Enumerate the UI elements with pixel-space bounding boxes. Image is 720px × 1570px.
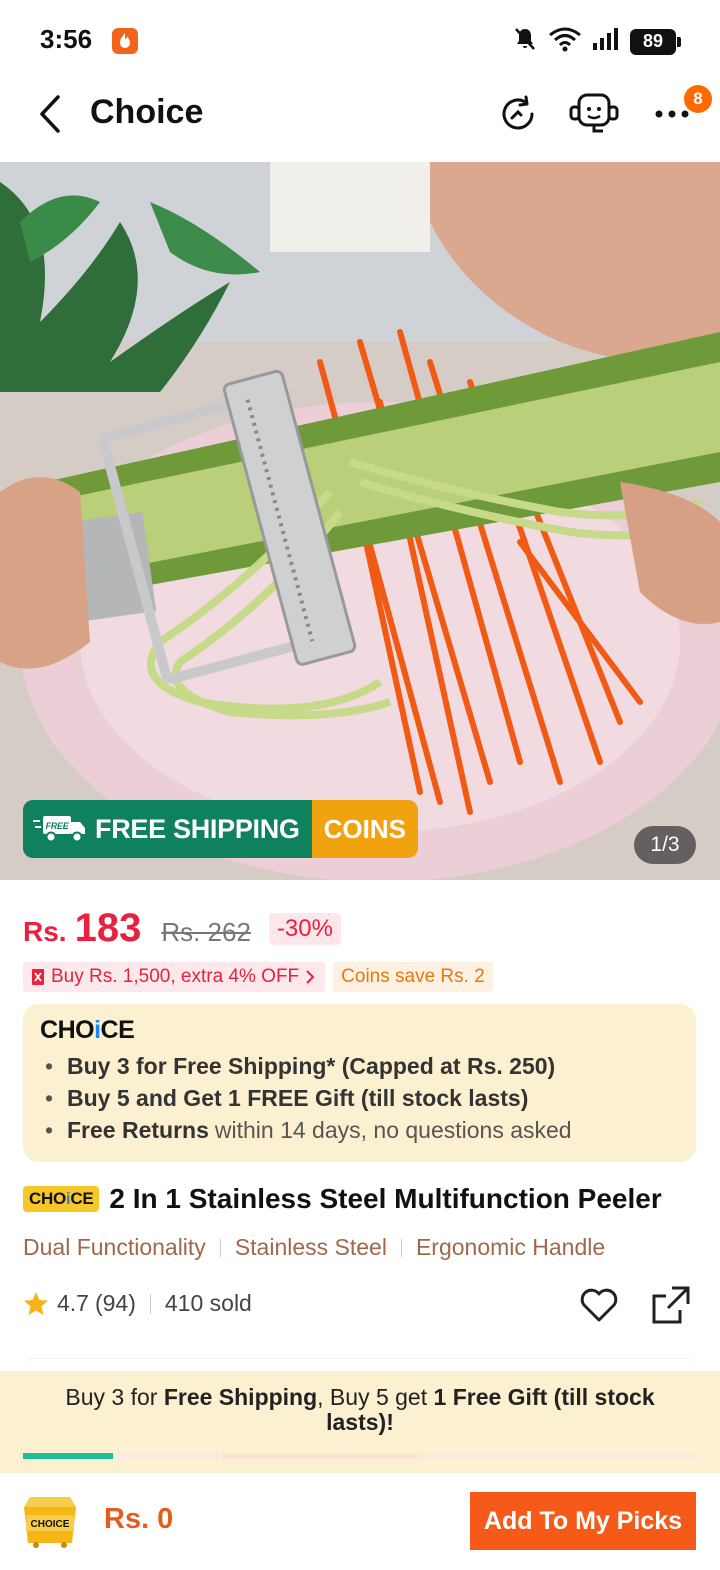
choice-benefits-box: CHOiCE • Buy 3 for Free Shipping* (Capped… bbox=[23, 1004, 696, 1162]
svg-text:FREE: FREE bbox=[46, 821, 70, 831]
coins-save-tag: Coins save Rs. 2 bbox=[333, 962, 493, 992]
feature-tags: Dual Functionality Stainless Steel Ergon… bbox=[23, 1234, 605, 1261]
image-counter: 1/3 bbox=[634, 826, 696, 864]
signal-icon bbox=[592, 26, 620, 57]
notification-count-badge: 8 bbox=[684, 85, 712, 113]
price-currency: Rs. bbox=[23, 916, 67, 947]
status-icons: 89 bbox=[512, 26, 681, 57]
product-title: 2 In 1 Stainless Steel Multifunction Pee… bbox=[109, 1183, 662, 1214]
divider bbox=[23, 1358, 696, 1372]
heart-icon bbox=[580, 1288, 618, 1322]
wishlist-button[interactable] bbox=[578, 1284, 620, 1326]
list-item: • Free Returns within 14 days, no question… bbox=[45, 1117, 572, 1143]
rating-row[interactable]: 4.7 (94) 410 sold bbox=[23, 1290, 252, 1317]
product-title-row: CHOiCE 2 In 1 Stainless Steel Multifunct… bbox=[23, 1183, 662, 1215]
current-price: 183 bbox=[74, 906, 142, 950]
choice-logo: CHOiCE bbox=[40, 1016, 135, 1044]
customer-support-button[interactable] bbox=[566, 86, 622, 142]
bottom-action-bar: CHOICE Rs. 0 Add To My Picks bbox=[0, 1473, 720, 1570]
free-shipping-banner: FREE FREE SHIPPING COINS bbox=[23, 800, 418, 858]
back-icon bbox=[40, 95, 60, 133]
coupon-icon bbox=[32, 969, 44, 985]
original-price: Rs. 262 bbox=[161, 917, 251, 947]
history-button[interactable] bbox=[490, 86, 546, 142]
app-notification-icon bbox=[112, 28, 138, 54]
add-to-my-picks-button[interactable]: Add To My Picks bbox=[470, 1492, 696, 1550]
choice-benefits-list: • Buy 3 for Free Shipping* (Capped at Rs.… bbox=[45, 1050, 572, 1146]
bundle-offer-link[interactable]: Buy Rs. 1,500, extra 4% OFF bbox=[23, 962, 326, 992]
free-shipping-label: FREE SHIPPING bbox=[95, 813, 300, 844]
bundle-progress-bar bbox=[23, 1453, 696, 1459]
back-button[interactable] bbox=[28, 92, 72, 136]
bundle-promo-text: Buy 3 for Free Shipping, Buy 5 get 1 Fre… bbox=[65, 1384, 655, 1435]
rating-value: 4.7 bbox=[57, 1290, 89, 1316]
chevron-right-icon bbox=[306, 970, 315, 984]
promo-row: Buy Rs. 1,500, extra 4% OFF Coins save R… bbox=[23, 962, 493, 992]
feature-tag: Dual Functionality bbox=[23, 1234, 206, 1260]
progress-segment bbox=[223, 1453, 423, 1459]
star-icon bbox=[24, 1291, 48, 1315]
product-photo bbox=[0, 162, 720, 880]
share-button[interactable] bbox=[650, 1284, 692, 1326]
top-nav: Choice 8 bbox=[0, 80, 720, 162]
svg-text:CHOICE: CHOICE bbox=[31, 1519, 70, 1530]
more-icon bbox=[655, 110, 689, 118]
status-time: 3:56 bbox=[40, 24, 93, 54]
bundle-offer-text: Buy Rs. 1,500, extra 4% OFF bbox=[51, 966, 300, 987]
coins-label: COINS bbox=[311, 800, 418, 858]
choice-badge: CHOiCE bbox=[23, 1186, 100, 1212]
list-item: • Buy 3 for Free Shipping* (Capped at Rs.… bbox=[45, 1053, 556, 1079]
wifi-icon bbox=[548, 26, 582, 57]
cart-total: Rs. 0 bbox=[104, 1503, 174, 1535]
support-icon bbox=[569, 93, 619, 133]
cart-box-icon: CHOICE bbox=[24, 1497, 76, 1548]
review-count: (94) bbox=[94, 1290, 136, 1316]
feature-tag: Ergonomic Handle bbox=[415, 1234, 606, 1260]
sold-count: 410 sold bbox=[164, 1290, 252, 1316]
product-image-gallery[interactable]: FREE FREE SHIPPING COINS 1/3 bbox=[0, 162, 720, 880]
bundle-promo-strip: Buy 3 for Free Shipping, Buy 5 get 1 Fre… bbox=[0, 1371, 720, 1473]
list-item: • Buy 5 and Get 1 FREE Gift (till stock l… bbox=[45, 1085, 529, 1111]
feature-tag: Stainless Steel bbox=[234, 1234, 387, 1260]
page-title: Choice bbox=[90, 93, 204, 131]
price-row: Rs. 183 Rs. 262 -30% bbox=[23, 906, 341, 951]
discount-badge: -30% bbox=[268, 912, 341, 945]
truck-icon: FREE bbox=[33, 816, 85, 843]
history-icon bbox=[502, 95, 534, 130]
battery-icon: 89 bbox=[630, 28, 681, 55]
choice-cart-button[interactable]: CHOICE bbox=[20, 1493, 80, 1549]
bell-muted-icon bbox=[512, 26, 538, 57]
share-icon bbox=[652, 1286, 690, 1324]
status-bar: 3:56 89 bbox=[0, 0, 720, 80]
progress-fill bbox=[23, 1453, 113, 1459]
